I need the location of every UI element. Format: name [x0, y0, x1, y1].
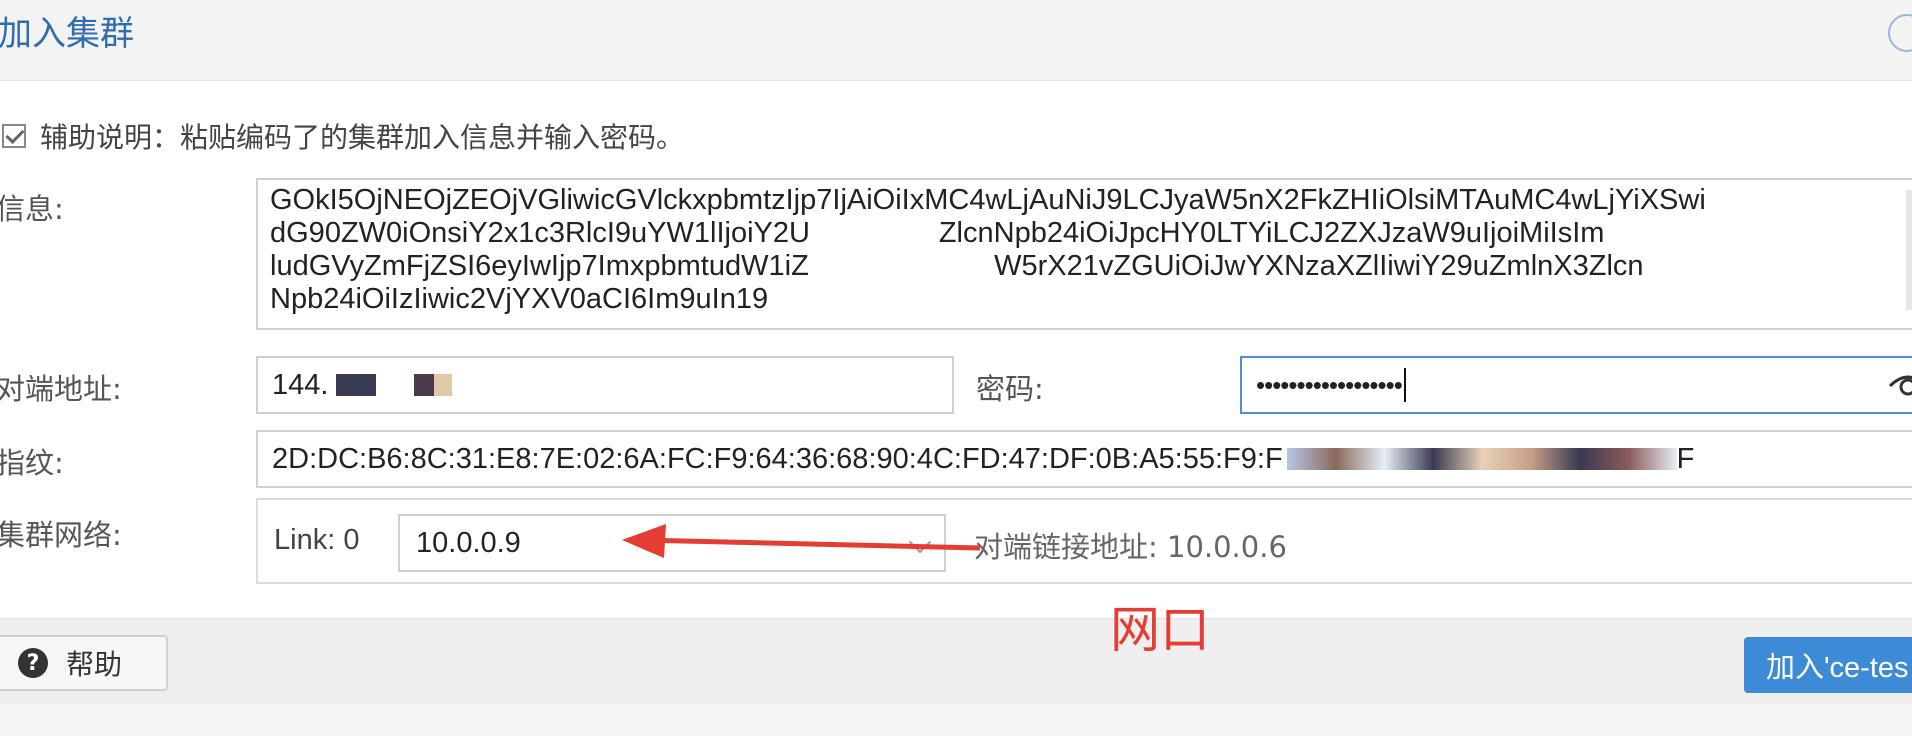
bottom-strip	[0, 704, 1912, 736]
dialog-footer: ? 帮助 加入'ce-tes	[0, 618, 1912, 705]
question-circle-icon: ?	[18, 648, 48, 678]
help-button-label: 帮助	[66, 648, 123, 681]
join-cluster-button[interactable]: 加入'ce-tes	[1744, 637, 1912, 693]
help-button[interactable]: ? 帮助	[0, 635, 168, 691]
annotation-label: 网口	[1110, 601, 1210, 659]
